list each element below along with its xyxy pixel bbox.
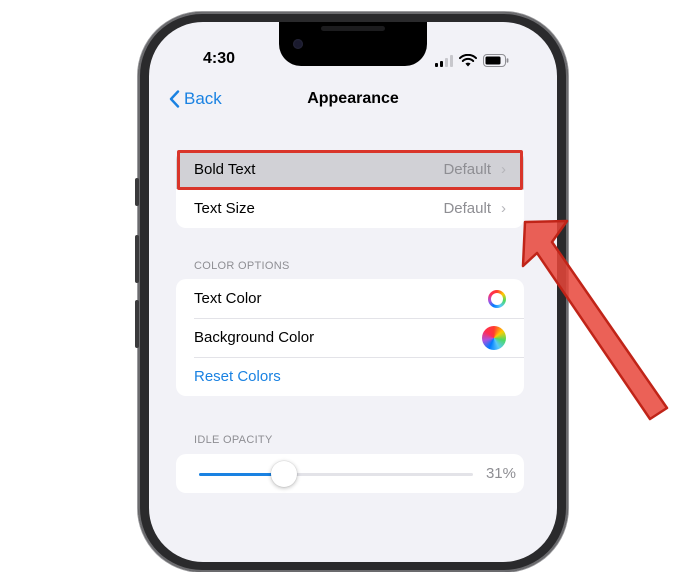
color-options-group: Text Color Background Color Reset Colors xyxy=(176,279,524,396)
text-color-row[interactable]: Text Color xyxy=(176,279,524,318)
volume-up-button xyxy=(135,235,139,283)
color-wheel-icon[interactable] xyxy=(482,325,506,350)
idle-opacity-value: 31% xyxy=(485,465,516,482)
status-time: 4:30 xyxy=(203,50,236,67)
background-color-label: Background Color xyxy=(194,329,315,346)
idle-opacity-slider[interactable] xyxy=(199,461,473,487)
color-options-header: COLOR OPTIONS xyxy=(194,260,290,272)
bold-text-row[interactable]: Bold Text Default › xyxy=(176,150,524,189)
front-camera xyxy=(293,39,303,49)
status-icons xyxy=(435,51,509,67)
text-size-value-text: Default xyxy=(443,200,491,217)
text-color-label: Text Color xyxy=(194,290,262,307)
notch xyxy=(279,22,427,66)
text-size-label: Text Size xyxy=(194,200,255,217)
wifi-icon xyxy=(459,54,477,67)
page-title: Appearance xyxy=(307,90,399,107)
battery-icon xyxy=(483,54,509,67)
chevron-right-icon: › xyxy=(501,200,506,217)
phone-screen: 4:30 Back Appearance Bold Text Default › xyxy=(149,22,557,562)
bold-text-value: Default › xyxy=(443,161,506,178)
bold-text-label: Bold Text xyxy=(194,161,256,178)
reset-colors-label: Reset Colors xyxy=(194,368,281,385)
text-size-value: Default › xyxy=(443,200,506,217)
idle-opacity-group: 31% xyxy=(176,454,524,493)
mute-switch xyxy=(135,178,139,206)
bold-text-value-text: Default xyxy=(443,161,491,178)
idle-opacity-slider-row: 31% xyxy=(176,454,524,493)
reset-colors-button[interactable]: Reset Colors xyxy=(176,357,524,396)
color-wheel-icon[interactable] xyxy=(488,289,506,308)
background-color-row[interactable]: Background Color xyxy=(176,318,524,357)
cellular-signal-icon xyxy=(435,55,453,67)
text-size-row[interactable]: Text Size Default › xyxy=(176,189,524,228)
idle-opacity-header: IDLE OPACITY xyxy=(194,434,273,446)
text-settings-group: Bold Text Default › Text Size Default › xyxy=(176,150,524,228)
speaker-grille xyxy=(321,26,385,31)
chevron-right-icon: › xyxy=(501,161,506,178)
volume-down-button xyxy=(135,300,139,348)
slider-thumb[interactable] xyxy=(270,461,297,487)
